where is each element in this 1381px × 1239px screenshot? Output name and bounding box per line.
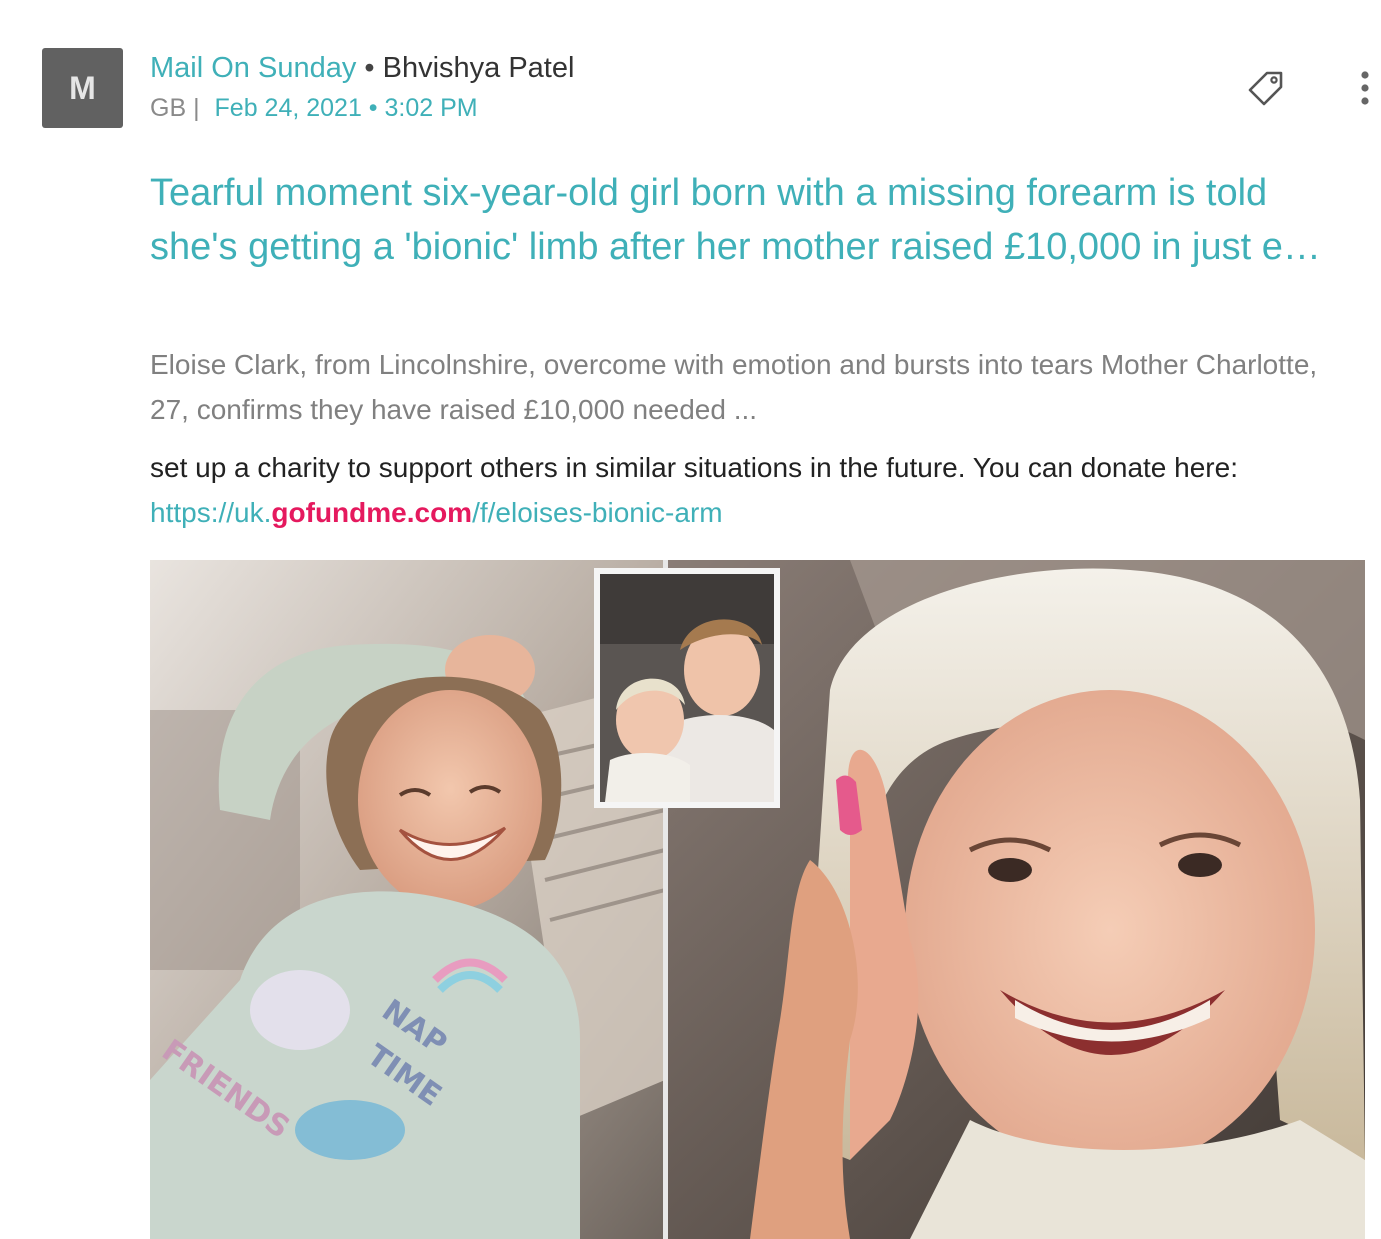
byline-separator: • — [364, 52, 375, 84]
source-link[interactable]: Mail On Sunday — [150, 52, 356, 84]
article-body: set up a charity to support others in si… — [150, 445, 1350, 535]
article-headline[interactable]: Tearful moment six-year-old girl born wi… — [150, 166, 1360, 274]
author-name: Bhvishya Patel — [382, 52, 575, 84]
url-end: /f/eloises-bionic-arm — [472, 497, 723, 528]
avatar-letter: M — [69, 69, 96, 106]
body-text: set up a charity to support others in si… — [150, 452, 1238, 483]
byline: Mail On Sunday • Bhvishya Patel — [150, 52, 574, 85]
more-vertical-icon — [1361, 71, 1369, 105]
article-snippet: Eloise Clark, from Lincolnshire, overcom… — [150, 349, 1318, 425]
left-girl-face — [358, 690, 542, 910]
url-brand: gofundme.com — [271, 497, 473, 528]
url-start: https://uk. — [150, 497, 272, 528]
tag-button[interactable] — [1242, 66, 1288, 112]
tag-icon — [1248, 71, 1283, 106]
donate-link[interactable]: https://uk.gofundme.com/f/eloises-bionic… — [150, 497, 723, 528]
publish-date[interactable]: Feb 24, 2021 • 3:02 PM — [215, 94, 478, 122]
right-girl-face — [905, 690, 1315, 1170]
more-options-button[interactable] — [1352, 70, 1378, 110]
meta-info: GB | Feb 24, 2021 • 3:02 PM — [150, 94, 478, 123]
source-avatar[interactable]: M — [42, 48, 123, 128]
article-image[interactable]: NAP TIME FRIENDS — [150, 560, 1365, 1239]
article-photo-illustration: NAP TIME FRIENDS — [150, 560, 1365, 1239]
region-label: GB | — [150, 94, 200, 122]
